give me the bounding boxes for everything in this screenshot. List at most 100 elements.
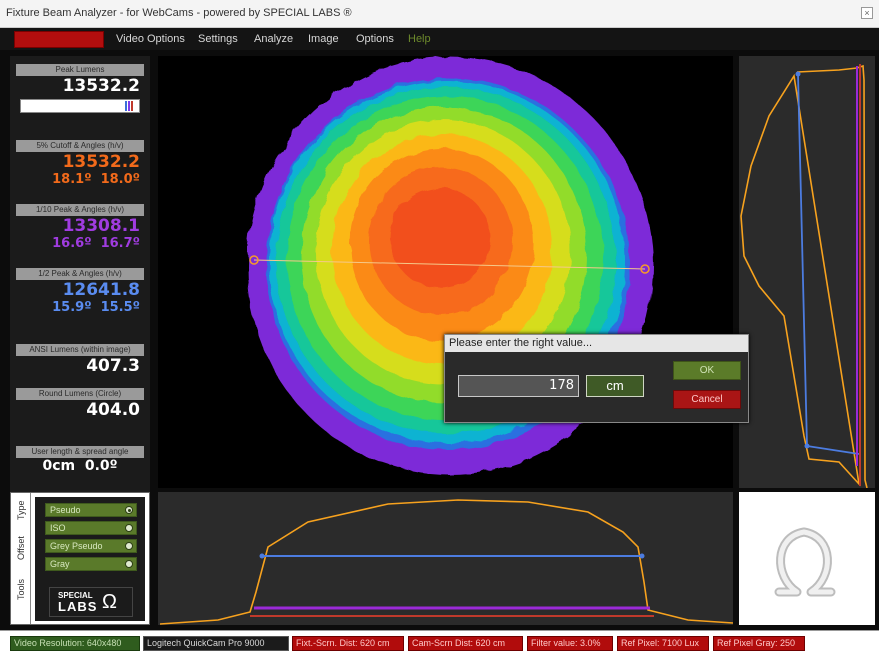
radio-pseudo[interactable] <box>125 506 133 514</box>
tab-type-label: Type <box>16 500 26 520</box>
round-panel: Round Lumens (Circle) 404.0 <box>16 388 144 420</box>
half-peak-value: 12641.8 <box>62 280 140 300</box>
option-iso-label: ISO <box>50 523 66 533</box>
peak-lumens-value: 13532.2 <box>62 76 140 96</box>
close-icon[interactable]: × <box>861 7 873 19</box>
dialog-value-input[interactable]: 178 <box>458 375 579 397</box>
status-resolution: Video Resolution: 640x480 <box>10 636 140 651</box>
user-length-label: User length & spread angle <box>16 446 144 458</box>
user-length-values: 0cm 0.0º <box>16 458 144 474</box>
menu-item-help[interactable]: Help <box>404 31 435 48</box>
status-ref-pixel: Ref Pixel: 7100 Lux <box>617 636 709 651</box>
round-value: 404.0 <box>86 400 140 420</box>
vertical-half-marker-bottom <box>804 443 810 449</box>
status-bar: Video Resolution: 640x480 Logitech Quick… <box>0 630 879 654</box>
menu-item-analyze[interactable]: Analyze <box>250 31 297 48</box>
cutoff-h-angle: 18.1º <box>52 172 92 187</box>
radio-gray[interactable] <box>125 560 133 568</box>
level-marker-purple <box>128 101 130 111</box>
half-peak-label: 1/2 Peak & Angles (h/v) <box>16 268 144 280</box>
menu-item-image[interactable]: Image <box>304 31 343 48</box>
cutoff-angles: 18.1º 18.0º <box>16 172 144 188</box>
menu-bar: Video Options Settings Analyze Image Opt… <box>0 28 879 50</box>
option-grey-pseudo[interactable]: Grey Pseudo <box>45 539 137 553</box>
value-dialog: Please enter the right value... 178 cm O… <box>444 334 749 423</box>
tool-tabs: Type Offset Tools <box>11 493 31 624</box>
logo-preview-panel <box>739 492 875 625</box>
beam-image-view[interactable] <box>158 56 733 488</box>
half-peak-h-angle: 15.9º <box>52 300 92 315</box>
dialog-unit-button[interactable]: cm <box>586 375 644 397</box>
horizontal-half-marker-right <box>639 553 645 559</box>
stats-sidebar: Peak Lumens 13532.2 5% Cutoff & Angles (… <box>10 56 150 494</box>
radio-grey-pseudo[interactable] <box>125 542 133 550</box>
tab-tools-label: Tools <box>16 578 26 600</box>
menu-item-active-mode[interactable] <box>14 31 104 48</box>
radio-iso[interactable] <box>125 524 133 532</box>
horizontal-half-marker-left <box>259 553 265 559</box>
cutoff-label: 5% Cutoff & Angles (h/v) <box>16 140 144 152</box>
vertical-profile-curve <box>740 64 868 488</box>
vertical-profile-graph <box>740 64 868 488</box>
peak-lumens-label: Peak Lumens <box>16 64 144 76</box>
brand-logo: SPECIAL LABS Ω <box>49 587 133 617</box>
dialog-ok-button[interactable]: OK <box>673 361 741 380</box>
level-marker-red <box>131 101 133 111</box>
omega-icon: Ω <box>102 591 117 613</box>
tenth-peak-panel: 1/10 Peak & Angles (h/v) 13308.1 16.6º 1… <box>16 204 144 252</box>
tab-type[interactable]: Type <box>11 500 31 535</box>
status-camera-distance: Cam-Scrn Dist: 620 cm <box>408 636 523 651</box>
horizontal-profile-curve <box>159 499 733 625</box>
display-type-options: Pseudo ISO Grey Pseudo Gray SPECIAL LABS… <box>35 497 145 621</box>
brand-large-text: LABS <box>58 599 98 614</box>
dialog-cancel-button[interactable]: Cancel <box>673 390 741 409</box>
option-pseudo[interactable]: Pseudo <box>45 503 137 517</box>
horizontal-profile-graph <box>159 499 733 625</box>
cutoff-panel: 5% Cutoff & Angles (h/v) 13532.2 18.1º 1… <box>16 140 144 188</box>
tenth-peak-h-angle: 16.6º <box>52 236 92 251</box>
cutoff-value: 13532.2 <box>62 152 140 172</box>
user-angle-value: 0.0º <box>84 458 118 474</box>
option-pseudo-label: Pseudo <box>50 505 81 515</box>
option-gray[interactable]: Gray <box>45 557 137 571</box>
vertical-profile-panel <box>739 56 875 488</box>
peak-lumens-panel: Peak Lumens 13532.2 <box>16 64 144 113</box>
level-marker-blue <box>125 101 127 111</box>
tenth-peak-label: 1/10 Peak & Angles (h/v) <box>16 204 144 216</box>
beam-core <box>390 188 490 288</box>
tab-offset-label: Offset <box>16 536 26 560</box>
menu-item-video-options[interactable]: Video Options <box>112 31 189 48</box>
half-peak-v-angle: 15.5º <box>100 300 140 315</box>
peak-level-bar <box>20 99 140 113</box>
status-ref-gray: Ref Pixel Gray: 250 <box>713 636 805 651</box>
user-length-panel: User length & spread angle 0cm 0.0º <box>16 446 144 474</box>
option-gray-label: Gray <box>50 559 70 569</box>
ansi-panel: ANSI Lumens (within image) 407.3 <box>16 344 144 376</box>
vertical-half-line <box>797 73 860 455</box>
window-title: Fixture Beam Analyzer - for WebCams - po… <box>6 7 352 19</box>
option-grey-pseudo-label: Grey Pseudo <box>50 541 103 551</box>
tenth-peak-value: 13308.1 <box>62 216 140 236</box>
ansi-value: 407.3 <box>86 356 140 376</box>
user-length-value: 0cm <box>42 458 76 474</box>
menu-item-options[interactable]: Options <box>352 31 398 48</box>
horizontal-profile-panel <box>158 492 733 625</box>
round-label: Round Lumens (Circle) <box>16 388 144 400</box>
half-peak-angles: 15.9º 15.5º <box>16 300 144 316</box>
special-labs-logo-icon <box>774 527 836 597</box>
status-camera: Logitech QuickCam Pro 9000 <box>143 636 289 651</box>
ansi-label: ANSI Lumens (within image) <box>16 344 144 356</box>
option-iso[interactable]: ISO <box>45 521 137 535</box>
tab-tools[interactable]: Tools <box>11 579 31 615</box>
menu-item-settings[interactable]: Settings <box>194 31 242 48</box>
tab-offset[interactable]: Offset <box>11 536 31 575</box>
half-peak-panel: 1/2 Peak & Angles (h/v) 12641.8 15.9º 15… <box>16 268 144 316</box>
beam-heatmap[interactable] <box>158 56 733 488</box>
dialog-title: Please enter the right value... <box>445 335 748 352</box>
tenth-peak-v-angle: 16.7º <box>100 236 140 251</box>
status-fixture-distance: Fixt.-Scrn. Dist: 620 cm <box>292 636 404 651</box>
tools-panel: Type Offset Tools Pseudo ISO Grey Pseudo… <box>10 492 150 625</box>
tenth-peak-angles: 16.6º 16.7º <box>16 236 144 252</box>
status-filter: Filter value: 3.0% <box>527 636 613 651</box>
title-bar: Fixture Beam Analyzer - for WebCams - po… <box>0 0 879 28</box>
